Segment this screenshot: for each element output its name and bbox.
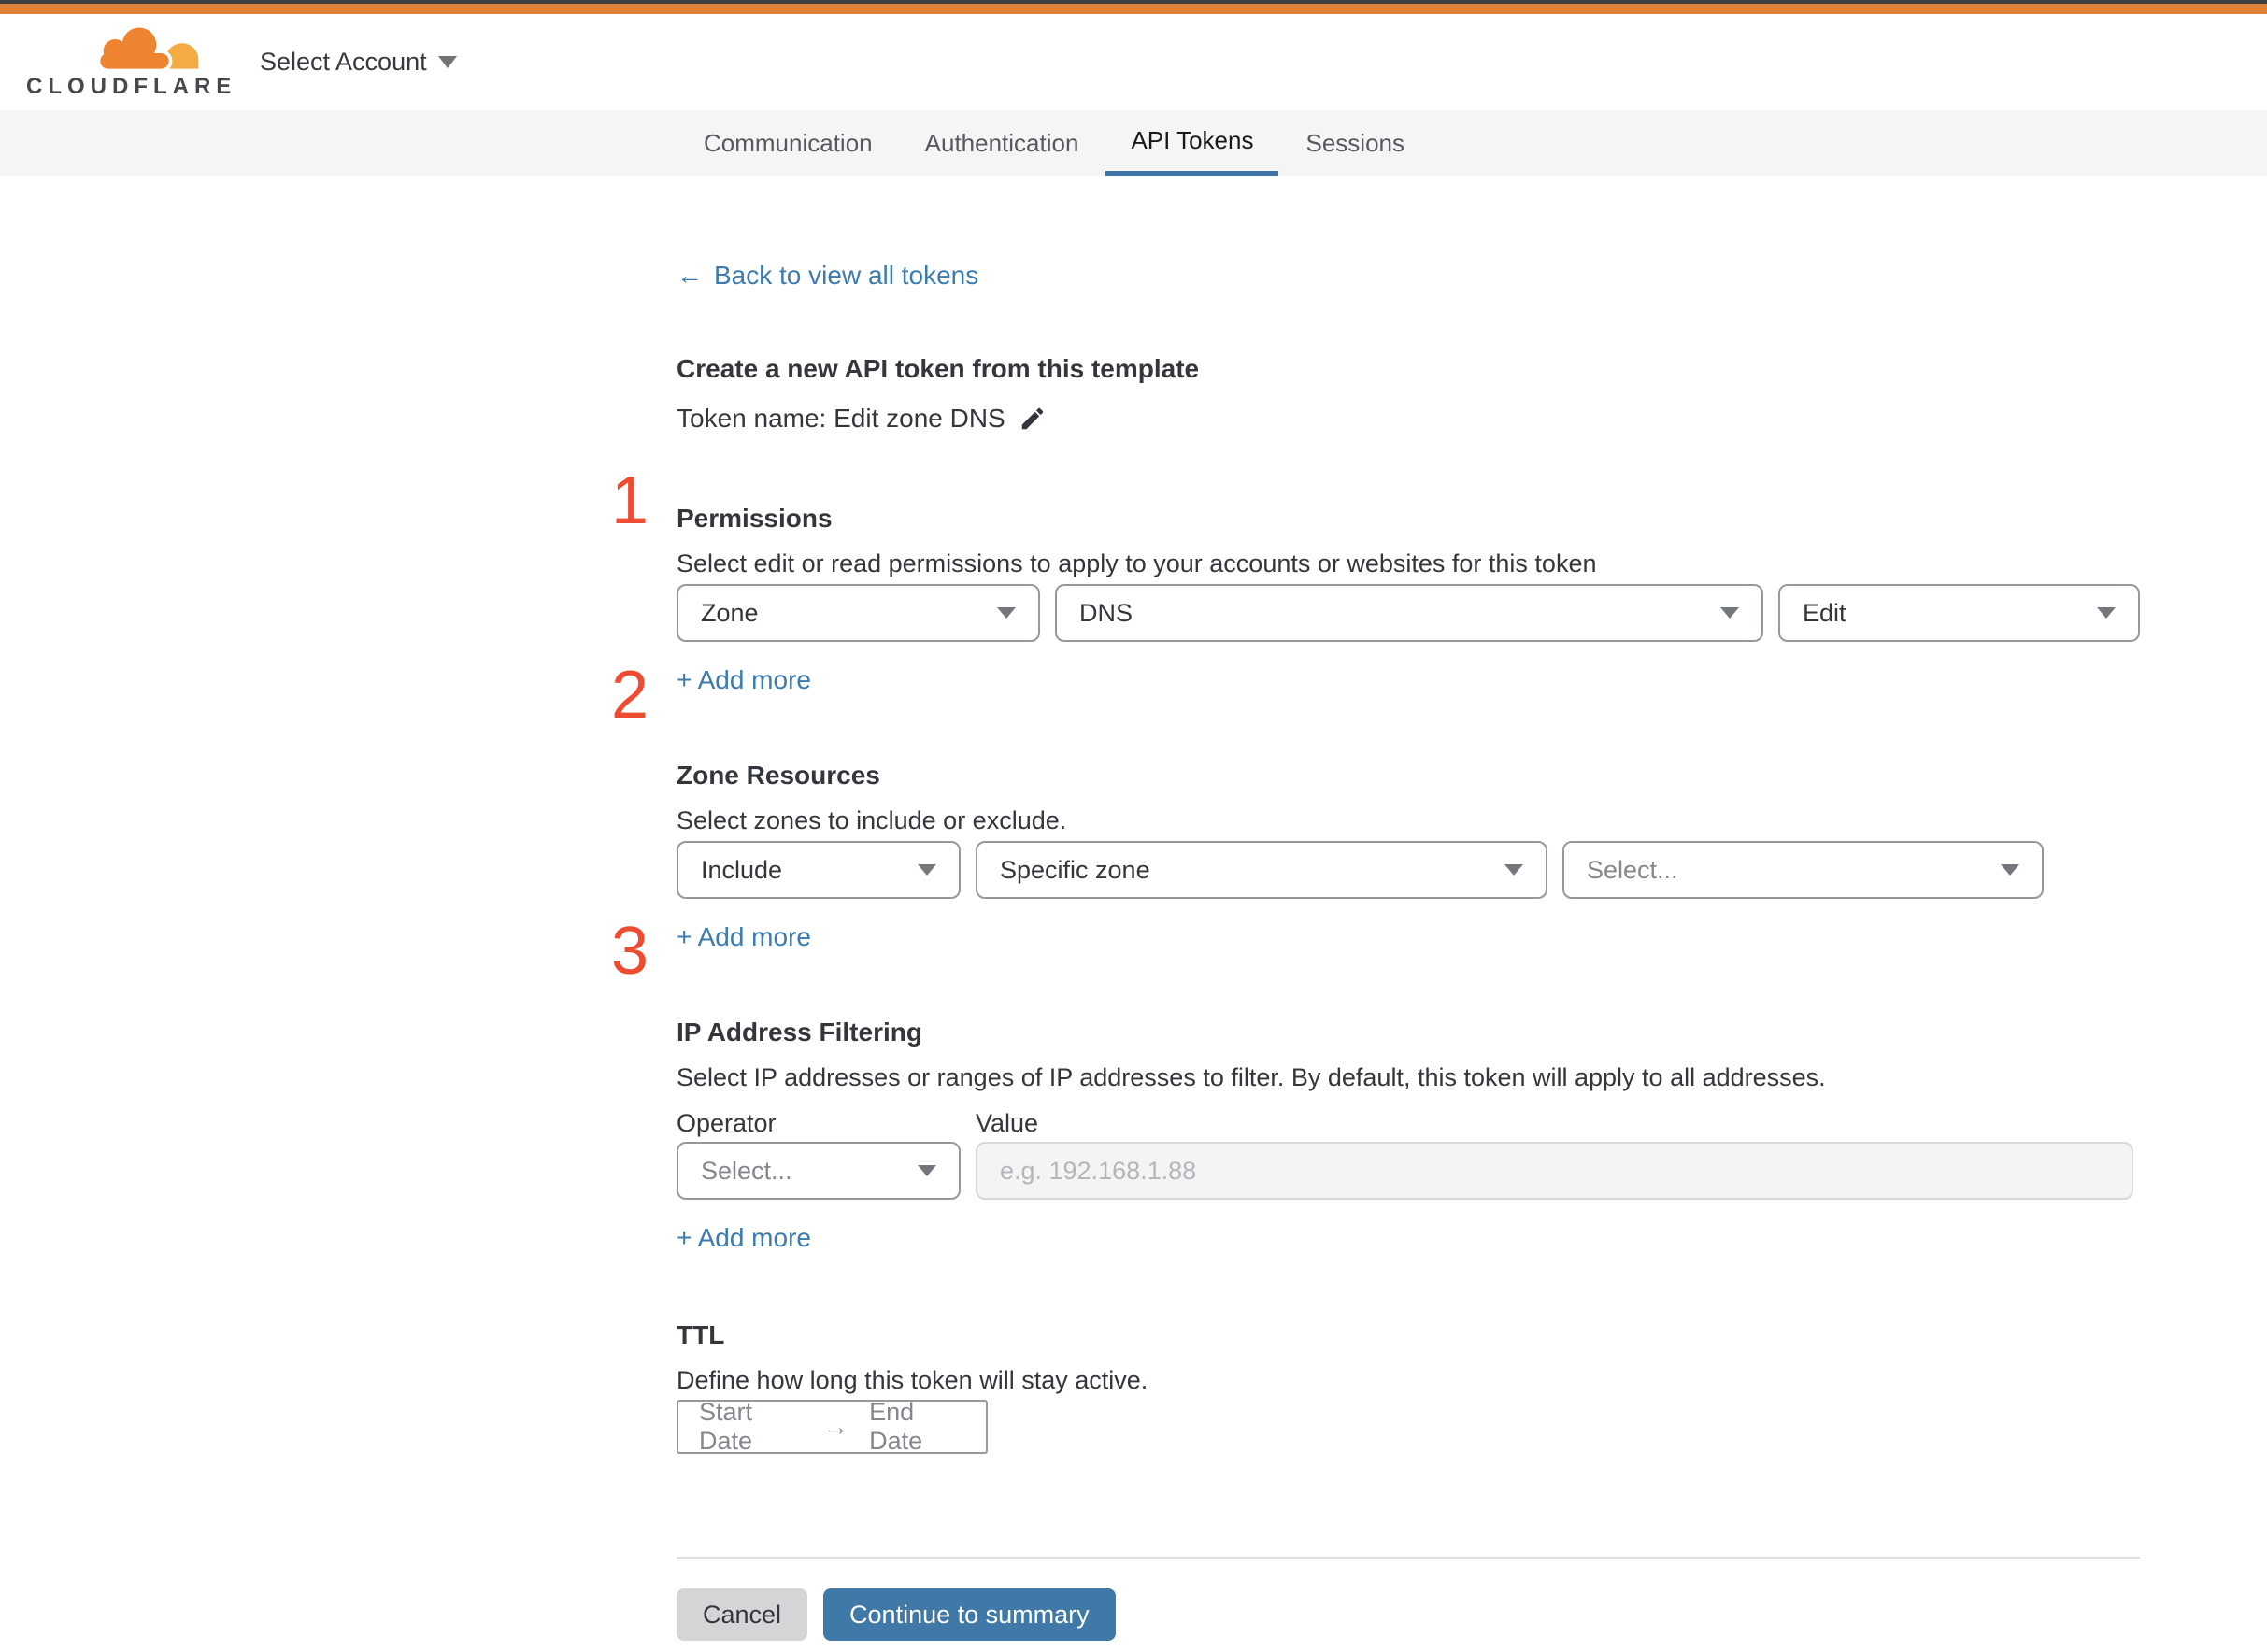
back-arrow-icon: ← bbox=[677, 261, 703, 290]
chevron-down-icon bbox=[2001, 864, 2019, 876]
zone-resources-add-more-link[interactable]: + Add more bbox=[677, 919, 811, 955]
step-number-2: 2 bbox=[610, 658, 649, 733]
tab-communication[interactable]: Communication bbox=[678, 110, 898, 176]
permission-service-value: DNS bbox=[1079, 598, 1134, 627]
cancel-button[interactable]: Cancel bbox=[677, 1588, 808, 1641]
footer-actions: Cancel Continue to summary bbox=[677, 1588, 2140, 1641]
zone-picker-select[interactable]: Select... bbox=[1562, 841, 2044, 899]
chevron-down-icon bbox=[918, 864, 936, 876]
chevron-down-icon bbox=[2097, 607, 2116, 619]
chevron-down-icon bbox=[918, 1165, 936, 1176]
ttl-description: Define how long this token will stay act… bbox=[677, 1366, 1148, 1394]
zone-picker-placeholder: Select... bbox=[1587, 855, 1678, 884]
cloudflare-wordmark: CLOUDFLARE bbox=[26, 73, 237, 99]
ip-value-input[interactable] bbox=[976, 1142, 2133, 1200]
permission-scope-value: Zone bbox=[701, 598, 759, 627]
token-name-line: Token name: Edit zone DNS bbox=[677, 400, 2140, 437]
permission-access-value: Edit bbox=[1803, 598, 1846, 627]
end-date-placeholder: End Date bbox=[869, 1398, 923, 1455]
zone-resources-row: Include Specific zone Select... bbox=[677, 841, 2140, 899]
operator-select[interactable]: Select... bbox=[677, 1142, 961, 1200]
permissions-description: Select edit or read permissions to apply… bbox=[677, 549, 1597, 577]
step-number-1: 1 bbox=[610, 463, 649, 538]
permissions-section: Permissions Select edit or read permissi… bbox=[677, 501, 2140, 698]
token-template-form: 1 2 3 ← Back to view all tokens Create a… bbox=[611, 258, 2140, 1641]
value-label: Value bbox=[976, 1109, 1039, 1137]
operator-label: Operator bbox=[677, 1109, 777, 1137]
ip-filtering-add-more-link[interactable]: + Add more bbox=[677, 1220, 811, 1256]
app-header: CLOUDFLARE Select Account bbox=[0, 14, 2267, 110]
edit-pencil-icon[interactable] bbox=[1019, 405, 1047, 433]
permission-access-select[interactable]: Edit bbox=[1778, 584, 2140, 642]
zone-resources-heading: Zone Resources bbox=[677, 761, 880, 790]
zone-mode-value: Include bbox=[701, 855, 783, 884]
token-name-text: Token name: Edit zone DNS bbox=[677, 404, 1005, 433]
profile-tab-bar: Communication Authentication API Tokens … bbox=[0, 110, 2267, 176]
step-number-3: 3 bbox=[610, 914, 649, 989]
account-selector-label: Select Account bbox=[260, 48, 427, 76]
account-selector[interactable]: Select Account bbox=[260, 48, 457, 77]
brand-orange-bar bbox=[0, 4, 2267, 14]
zone-type-value: Specific zone bbox=[1000, 855, 1150, 884]
permissions-heading: Permissions bbox=[677, 504, 833, 533]
ip-filtering-section: IP Address Filtering Select IP addresses… bbox=[677, 1015, 2140, 1256]
tab-api-tokens[interactable]: API Tokens bbox=[1105, 110, 1279, 176]
zone-resources-section: Zone Resources Select zones to include o… bbox=[677, 758, 2140, 955]
chevron-down-icon bbox=[1504, 864, 1523, 876]
ip-filtering-row: Select... bbox=[677, 1142, 2140, 1200]
start-date-placeholder: Start Date bbox=[699, 1398, 753, 1455]
ip-filtering-labels: Operator Value bbox=[677, 1106, 2140, 1140]
zone-type-select[interactable]: Specific zone bbox=[976, 841, 1547, 899]
arrow-right-icon: → bbox=[823, 1412, 849, 1441]
ip-filtering-description: Select IP addresses or ranges of IP addr… bbox=[677, 1063, 1826, 1091]
cloudflare-logo[interactable]: CLOUDFLARE bbox=[26, 25, 237, 100]
tab-authentication[interactable]: Authentication bbox=[900, 110, 1105, 176]
zone-mode-select[interactable]: Include bbox=[677, 841, 961, 899]
permission-service-select[interactable]: DNS bbox=[1055, 584, 1763, 642]
permissions-row: Zone DNS Edit bbox=[677, 584, 2140, 642]
page-title: Create a new API token from this templat… bbox=[677, 354, 1200, 383]
permission-scope-select[interactable]: Zone bbox=[677, 584, 1040, 642]
tab-sessions[interactable]: Sessions bbox=[1280, 110, 1430, 176]
operator-placeholder: Select... bbox=[701, 1156, 792, 1185]
permissions-add-more-link[interactable]: + Add more bbox=[677, 662, 811, 698]
chevron-down-icon bbox=[437, 56, 457, 68]
ttl-heading: TTL bbox=[677, 1320, 725, 1349]
ip-filtering-heading: IP Address Filtering bbox=[677, 1018, 922, 1047]
back-link-label: Back to view all tokens bbox=[714, 261, 979, 290]
ttl-section: TTL Define how long this token will stay… bbox=[677, 1317, 2140, 1455]
ttl-date-range-picker[interactable]: Start Date → End Date bbox=[677, 1398, 988, 1455]
chevron-down-icon bbox=[1720, 607, 1739, 619]
back-to-tokens-link[interactable]: ← Back to view all tokens bbox=[677, 258, 978, 293]
footer-divider bbox=[677, 1557, 2140, 1559]
cloudflare-cloud-icon bbox=[93, 25, 199, 72]
chevron-down-icon bbox=[997, 607, 1016, 619]
zone-resources-description: Select zones to include or exclude. bbox=[677, 806, 1067, 834]
continue-to-summary-button[interactable]: Continue to summary bbox=[823, 1588, 1116, 1641]
